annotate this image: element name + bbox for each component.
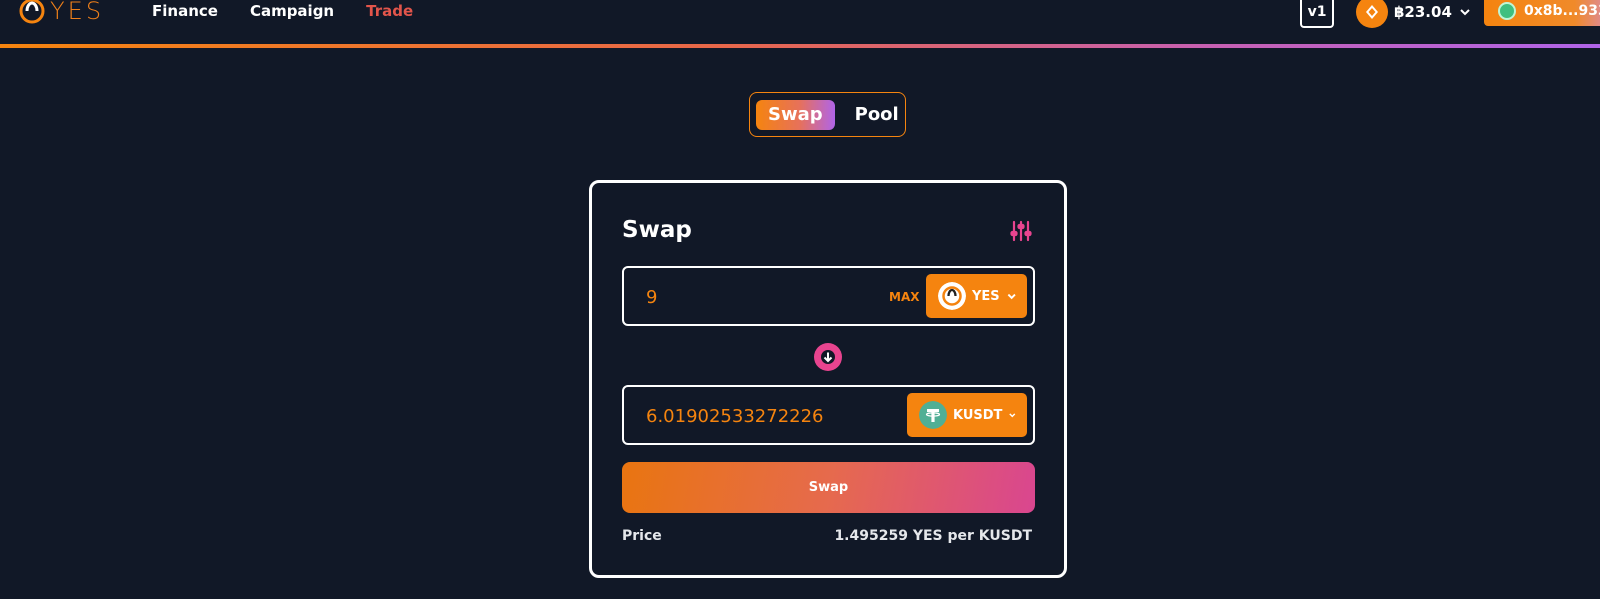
balance-value: ฿23.04 [1394,3,1452,21]
chevron-down-icon [1460,9,1470,16]
from-token-symbol: YES [972,288,1000,304]
version-button[interactable]: v1 [1300,0,1334,28]
nav-campaign[interactable]: Campaign [250,2,334,20]
chevron-down-icon [1009,413,1016,418]
price-label: Price [622,528,662,544]
coin-icon [1356,0,1388,28]
yes-logo-icon [19,0,45,24]
to-amount-input[interactable] [646,403,876,429]
logo-text: YES [50,0,105,25]
swap-card-title: Swap [622,217,692,243]
from-amount-input[interactable] [646,284,876,310]
main-nav: Finance Campaign Trade [152,2,413,20]
price-value: 1.495259 YES per KUSDT [834,528,1032,544]
logo[interactable]: YES [18,0,104,25]
wallet-avatar-icon [1498,2,1516,20]
from-token-select[interactable]: YES [926,274,1027,318]
chevron-down-icon [1007,293,1016,300]
settings-sliders-icon[interactable] [1009,219,1033,243]
swap-direction-button[interactable] [814,343,842,371]
max-button[interactable]: MAX [889,290,919,304]
to-token-symbol: KUSDT [953,407,1003,423]
tether-icon [919,401,947,429]
wallet-button[interactable]: 0x8b...933c [1484,0,1600,26]
tab-pool[interactable]: Pool [843,100,911,130]
nav-trade[interactable]: Trade [366,2,413,20]
arrow-down-icon [821,350,835,364]
swap-pool-toggle: Swap Pool [749,92,906,137]
top-bar: YES Finance Campaign Trade v1 ฿23.04 0x8… [0,0,1600,44]
header-gradient-divider [0,44,1600,48]
swap-card: Swap MAX YES [589,180,1067,578]
from-token-box: MAX YES [622,266,1035,326]
wallet-address: 0x8b...933c [1524,3,1600,19]
balance-dropdown[interactable]: ฿23.04 [1356,0,1472,28]
nav-finance[interactable]: Finance [152,2,218,20]
yes-token-icon [938,282,966,310]
tab-swap[interactable]: Swap [756,99,835,130]
to-token-box: KUSDT [622,385,1035,445]
swap-submit-button[interactable]: Swap [622,462,1035,513]
to-token-select[interactable]: KUSDT [907,393,1027,437]
